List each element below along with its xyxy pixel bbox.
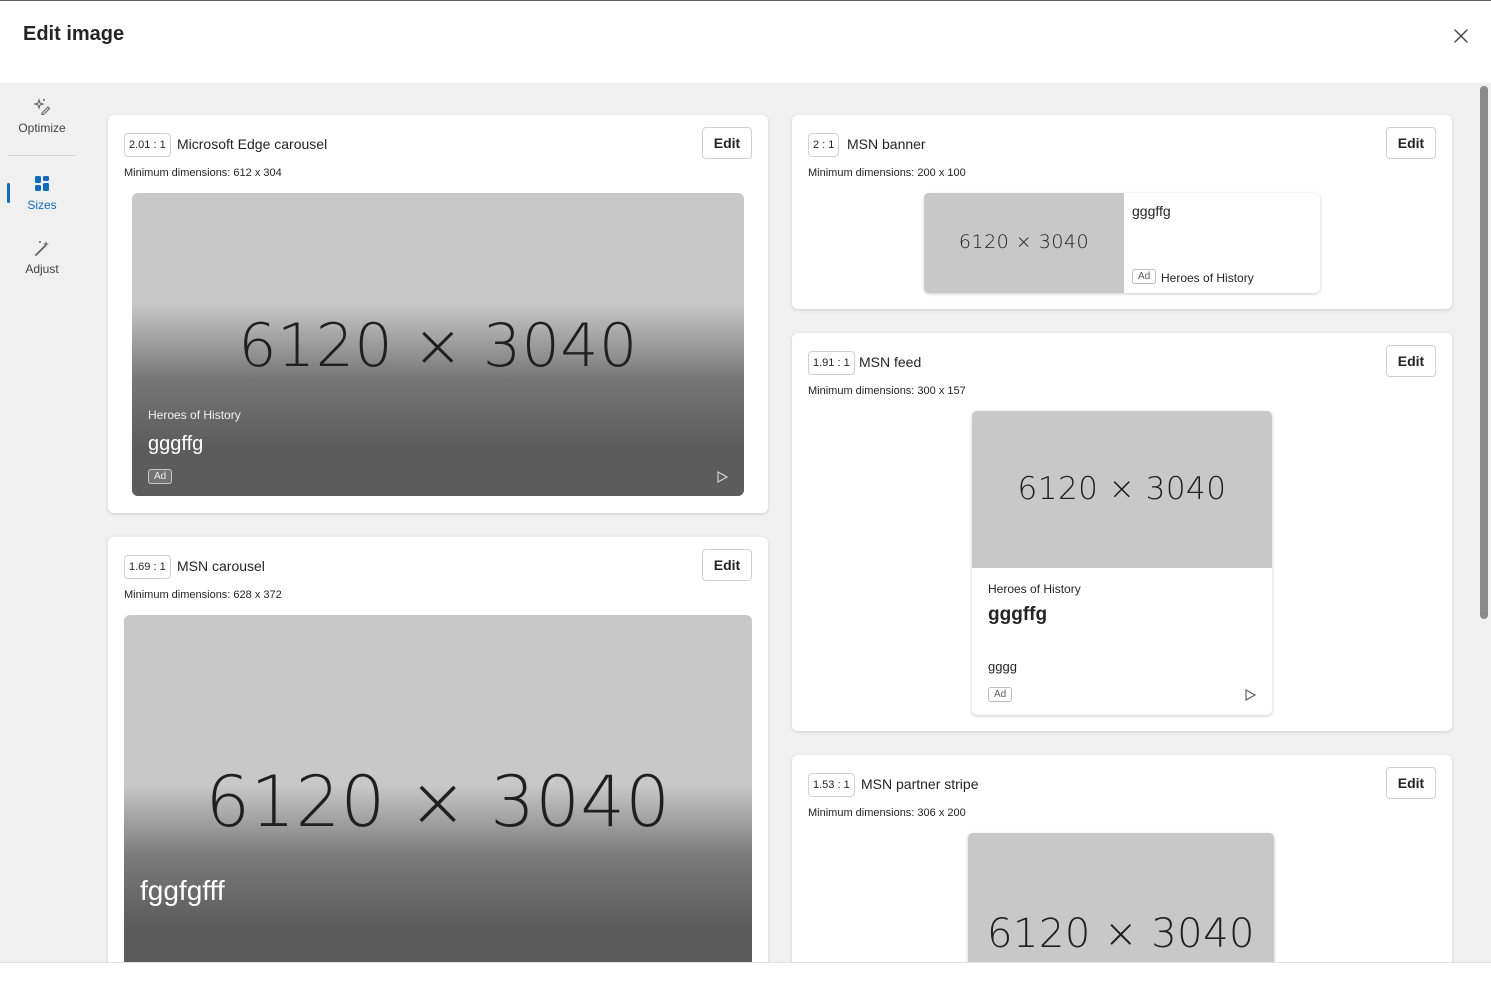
card-title: MSN banner (847, 136, 926, 152)
rail-item-sizes[interactable]: Sizes (8, 174, 76, 212)
ad-description: gggg (988, 659, 1017, 674)
scrollbar-thumb[interactable] (1480, 86, 1488, 619)
min-dimensions: Minimum dimensions: 612 x 304 (124, 167, 282, 179)
feed-preview: 6120 × 3040 Heroes of History gggffg ggg… (972, 411, 1272, 715)
image-preview: 6120 × 3040 (924, 193, 1124, 293)
image-dimensions: 6120 × 3040 (205, 761, 671, 843)
ad-badge: Ad (1132, 269, 1157, 284)
ratio-badge: 2.01 : 1 (124, 133, 171, 157)
card-msn-banner: 2 : 1 MSN banner Minimum dimensions: 200… (792, 115, 1452, 309)
dialog-title: Edit image (23, 23, 125, 45)
rail-item-adjust[interactable]: Adjust (8, 238, 76, 276)
edit-button[interactable]: Edit (1386, 127, 1436, 159)
banner-preview: 6120 × 3040 gggffg Ad Heroes of History (924, 193, 1320, 293)
ratio-badge: 1.69 : 1 (124, 555, 171, 579)
sparkle-edit-icon (33, 98, 51, 116)
ad-badge: Ad (988, 687, 1013, 702)
dialog-header: Edit image (0, 1, 1491, 83)
min-dimensions: Minimum dimensions: 628 x 372 (124, 589, 282, 601)
ratio-badge: 1.91 : 1 (808, 351, 855, 375)
ad-headline: gggffg (148, 433, 204, 455)
adchoices-icon[interactable] (715, 470, 729, 484)
image-dimensions: 6120 × 3040 (238, 311, 638, 381)
advertiser-name: Heroes of History (148, 408, 241, 422)
card-msn-partner-stripe: 1.53 : 1 MSN partner stripe Minimum dime… (792, 755, 1452, 962)
edit-button[interactable]: Edit (1386, 767, 1436, 799)
image-dimensions: 6120 × 3040 (1017, 471, 1227, 507)
min-dimensions: Minimum dimensions: 200 x 100 (808, 167, 966, 179)
magic-wand-icon (35, 241, 49, 256)
image-preview: 6120 × 3040 fggfgfff (124, 615, 752, 962)
min-dimensions: Minimum dimensions: 306 x 200 (808, 807, 966, 819)
rail-divider (8, 155, 76, 156)
edit-button[interactable]: Edit (1386, 345, 1436, 377)
dialog-body: Optimize Sizes Adjust 2.01 : 1 Microsoft… (0, 83, 1491, 962)
rail-item-optimize-label: Optimize (18, 121, 66, 135)
image-dimensions: 6120 × 3040 (986, 911, 1256, 957)
grid-icon (35, 176, 49, 191)
edit-button[interactable]: Edit (702, 549, 752, 581)
image-preview: 6120 × 3040 Heroes of History gggffg Ad (132, 193, 744, 496)
ad-badge: Ad (148, 469, 173, 484)
ad-headline: fggfgfff (140, 875, 225, 906)
ad-headline: gggffg (988, 604, 1048, 625)
card-title: MSN partner stripe (861, 776, 979, 792)
image-preview: 6120 × 3040 (968, 833, 1274, 962)
edit-button[interactable]: Edit (702, 127, 752, 159)
advertiser-name: Heroes of History (1161, 271, 1254, 285)
image-preview: 6120 × 3040 (972, 411, 1272, 568)
close-button[interactable] (1449, 24, 1473, 48)
ad-headline: gggffg (1132, 203, 1171, 219)
card-msn-feed: 1.91 : 1 MSN feed Minimum dimensions: 30… (792, 333, 1452, 731)
rail-item-optimize[interactable]: Optimize (8, 97, 76, 135)
close-icon (1454, 29, 1468, 43)
card-title: MSN carousel (177, 558, 265, 574)
min-dimensions: Minimum dimensions: 300 x 157 (808, 385, 966, 397)
ratio-badge: 2 : 1 (808, 133, 840, 157)
card-edge-carousel: 2.01 : 1 Microsoft Edge carousel Minimum… (108, 115, 768, 513)
card-title: Microsoft Edge carousel (177, 136, 328, 152)
rail-item-sizes-label: Sizes (27, 198, 57, 212)
advertiser-name: Heroes of History (988, 582, 1081, 596)
image-dimensions: 6120 × 3040 (958, 231, 1090, 253)
dialog-footer (0, 962, 1491, 1002)
card-msn-carousel: 1.69 : 1 MSN carousel Minimum dimensions… (108, 537, 768, 962)
rail-item-adjust-label: Adjust (25, 262, 59, 276)
adchoices-icon[interactable] (1243, 688, 1257, 702)
card-title: MSN feed (859, 354, 922, 370)
ratio-badge: 1.53 : 1 (808, 773, 855, 797)
